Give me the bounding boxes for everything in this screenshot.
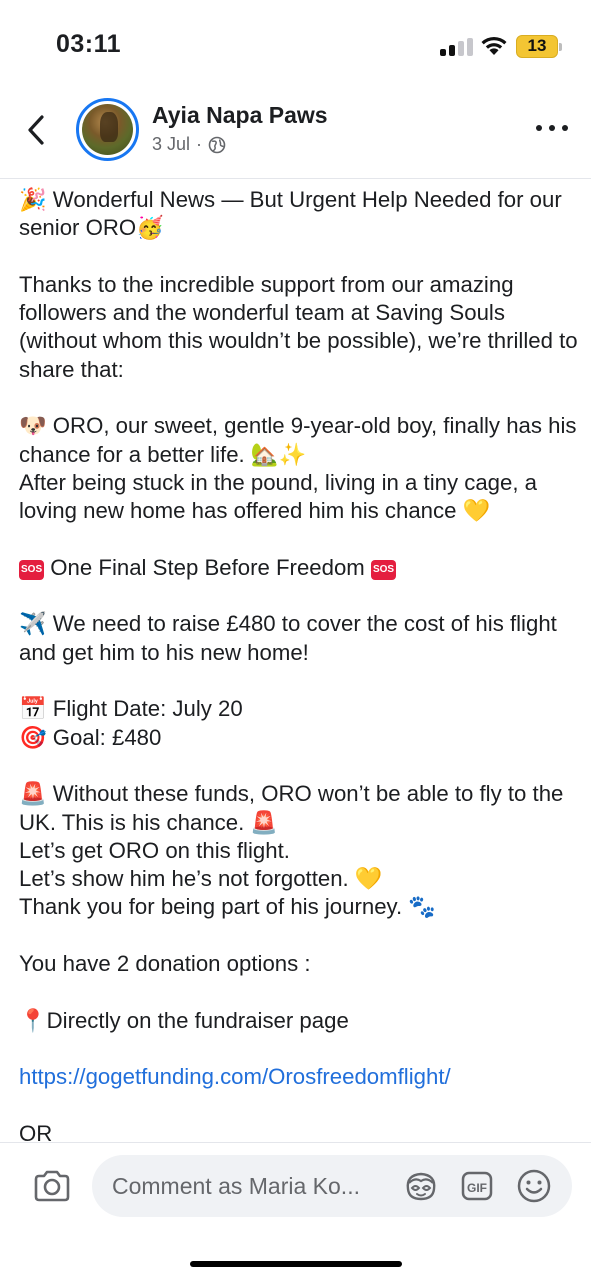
comment-input[interactable]: Comment as Maria Ko... GIF [92,1155,572,1217]
sos-icon: SOS [19,559,45,580]
post-paragraph-pound: After being stuck in the pound, living i… [19,469,544,524]
sos-icon: SOS [370,559,397,580]
avatar-sticker-icon[interactable] [403,1169,439,1203]
battery-indicator: 13 [516,35,562,58]
chevron-left-icon[interactable] [22,110,52,150]
post-meta: 3 Jul · [152,134,226,155]
comment-bar: Comment as Maria Ko... GIF [0,1142,591,1280]
post-line-forgotten: Let’s show him he’s not forgotten. 💛 [19,866,383,892]
post-paragraph-thanks: Thanks to the incredible support from ou… [19,271,584,382]
post-paragraph-oro: 🐶 ORO, our sweet, gentle 9-year-old boy,… [19,413,583,467]
post-header: Ayia Napa Paws 3 Jul · [0,92,591,176]
dog-photo [82,104,133,155]
post-option-fundraiser: 📍Directly on the fundraiser page [19,1007,349,1033]
gif-label: GIF [467,1181,487,1195]
post-line-flight: Let’s get ORO on this flight. [19,837,290,863]
battery-level: 13 [527,36,547,55]
home-indicator[interactable] [190,1261,402,1267]
post-paragraph-raise: ✈️ We need to raise £480 to cover the co… [19,611,563,665]
post-goal: 🎯 Goal: £480 [19,724,162,750]
camera-icon[interactable] [32,1169,72,1203]
wifi-icon [481,36,507,55]
globe-icon [208,136,226,153]
smiley-icon[interactable] [516,1168,552,1204]
post-paragraph-funds: 🚨 Without these funds, ORO won’t be able… [19,781,570,835]
meta-separator: · [196,134,203,154]
post-donation-options: You have 2 donation options : [19,951,311,977]
post-line-thanks: Thank you for being part of his journey.… [19,894,436,920]
post-text: 🎉 Wonderful News — But Urgent Help Neede… [19,186,579,1148]
page-name[interactable]: Ayia Napa Paws [152,102,328,129]
post-date[interactable]: 3 Jul [152,134,190,155]
post-headline: 🎉 Wonderful News — But Urgent Help Neede… [19,187,568,241]
cellular-signal-icon [440,38,474,56]
fundraiser-link[interactable]: https://gogetfunding.com/Orosfreedomflig… [19,1063,579,1091]
page-avatar[interactable] [76,98,139,161]
more-options-icon[interactable] [536,120,570,136]
gif-icon[interactable]: GIF [460,1169,494,1203]
status-bar: 03:11 13 [0,0,591,92]
status-time: 03:11 [56,30,122,58]
comment-placeholder: Comment as Maria Ko... [112,1173,360,1199]
post-final-step: SOS One Final Step Before Freedom SOS [19,554,579,582]
final-step-text: One Final Step Before Freedom [50,554,365,580]
post-flight-date: 📅 Flight Date: July 20 [19,696,243,722]
header-divider [0,178,591,179]
